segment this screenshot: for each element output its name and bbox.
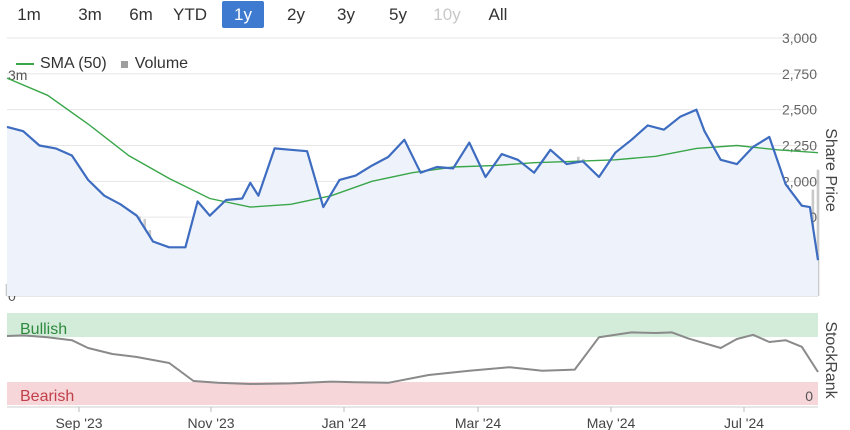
share-price-axis-title: Share Price — [822, 128, 839, 212]
stockrank-panel: BullishBearish 0 — [6, 313, 819, 405]
bearish-label: Bearish — [20, 388, 74, 405]
price-tick-label: 2,750 — [782, 66, 817, 82]
sma-legend-swatch — [16, 63, 34, 65]
price-tick-label: 2,500 — [782, 102, 817, 118]
x-tick-label: Mar '24 — [455, 415, 501, 430]
x-tick-label: Sep '23 — [55, 415, 102, 430]
x-tick-label: Jan '24 — [322, 415, 367, 430]
x-tick-label: Jul '24 — [724, 415, 764, 430]
legend: SMA (50) Volume — [16, 53, 188, 75]
volume-legend-label[interactable]: Volume — [135, 55, 188, 73]
x-axis: Sep '23 Nov '23 Jan '24 Mar '24 May '24 Jul '… — [7, 406, 818, 430]
bearish-value: 0 — [805, 388, 813, 404]
volume-legend-swatch — [120, 60, 128, 68]
axis-labels: Share Price StockRank — [822, 128, 839, 399]
sma-legend-label[interactable]: SMA (50) — [40, 55, 107, 73]
x-tick-label: Nov '23 — [187, 415, 234, 430]
bullish-band — [7, 313, 818, 337]
x-tick-label: May '24 — [587, 415, 636, 430]
stockrank-axis-title: StockRank — [822, 321, 839, 399]
stockrank-line — [6, 331, 819, 385]
bearish-band — [7, 382, 818, 405]
price-tick-label: 3,000 — [782, 30, 817, 46]
